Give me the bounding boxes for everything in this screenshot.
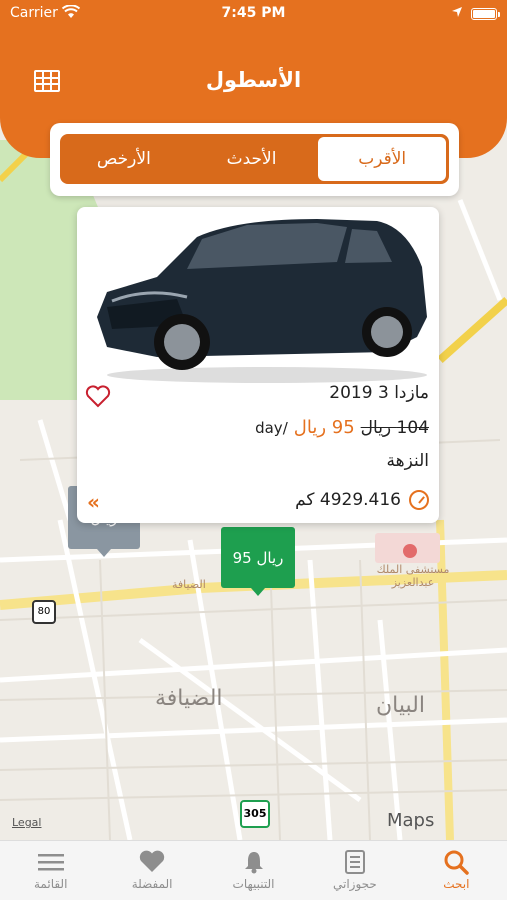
search-icon [442, 850, 470, 875]
favorite-heart-icon[interactable] [85, 385, 111, 413]
car-location: النزهة [386, 451, 430, 471]
status-time: 7:45 PM [221, 5, 286, 21]
maps-logo: Maps [387, 810, 435, 831]
battery-icon [471, 8, 500, 20]
sort-cheapest[interactable]: الأرخص [60, 134, 188, 184]
sort-nearest[interactable]: الأقرب [318, 137, 447, 181]
old-price: 104 ريال [360, 418, 429, 438]
tab-bar: القائمة المفضلة التنبيهات حجوزاتي ابحث [0, 840, 507, 900]
tab-bookings[interactable]: حجوزاتي [304, 841, 405, 900]
tab-search[interactable]: ابحث [406, 841, 507, 900]
place-hospital: مستشفى الملك عبدالعزيز [376, 563, 450, 589]
status-bar: Carrier 7:45 PM [0, 4, 507, 24]
distance-value: 4929.416 كم [295, 490, 401, 510]
place-poi: الضيافة [172, 578, 206, 591]
road-shield-80: 80 [32, 600, 56, 624]
road-shield-305: 305 [240, 800, 270, 828]
distance-row: 4929.416 كم [295, 490, 429, 510]
tab-notifications[interactable]: التنبيهات [203, 841, 304, 900]
sort-newest[interactable]: الأحدث [188, 134, 316, 184]
speedometer-icon [409, 490, 429, 510]
tab-favorites[interactable]: المفضلة [101, 841, 202, 900]
place-dhiyafa: الضيافة [155, 686, 223, 711]
car-image [97, 219, 427, 383]
tab-list[interactable]: القائمة [0, 841, 101, 900]
double-chevron-icon[interactable]: « [87, 490, 100, 514]
list-icon [37, 850, 65, 874]
place-bayan: البيان [376, 693, 425, 718]
bell-icon [240, 850, 268, 874]
page-title: الأسطول [205, 68, 302, 92]
heart-icon [138, 850, 166, 874]
current-price: 95 ريال [293, 417, 355, 438]
car-price-row: 104 ريال 95 ريال /day [255, 417, 429, 438]
legal-link[interactable]: Legal [12, 816, 41, 829]
map-pin-price[interactable]: 95 ريال [221, 527, 295, 596]
price-unit: /day [255, 419, 288, 437]
location-arrow-icon [451, 6, 463, 22]
car-card[interactable]: مازدا 3 2019 104 ريال 95 ريال /day النزه… [77, 207, 439, 523]
sort-control: الأرخص الأحدث الأقرب [50, 123, 459, 196]
car-name: مازدا 3 2019 [329, 383, 429, 403]
booking-icon [341, 850, 369, 874]
